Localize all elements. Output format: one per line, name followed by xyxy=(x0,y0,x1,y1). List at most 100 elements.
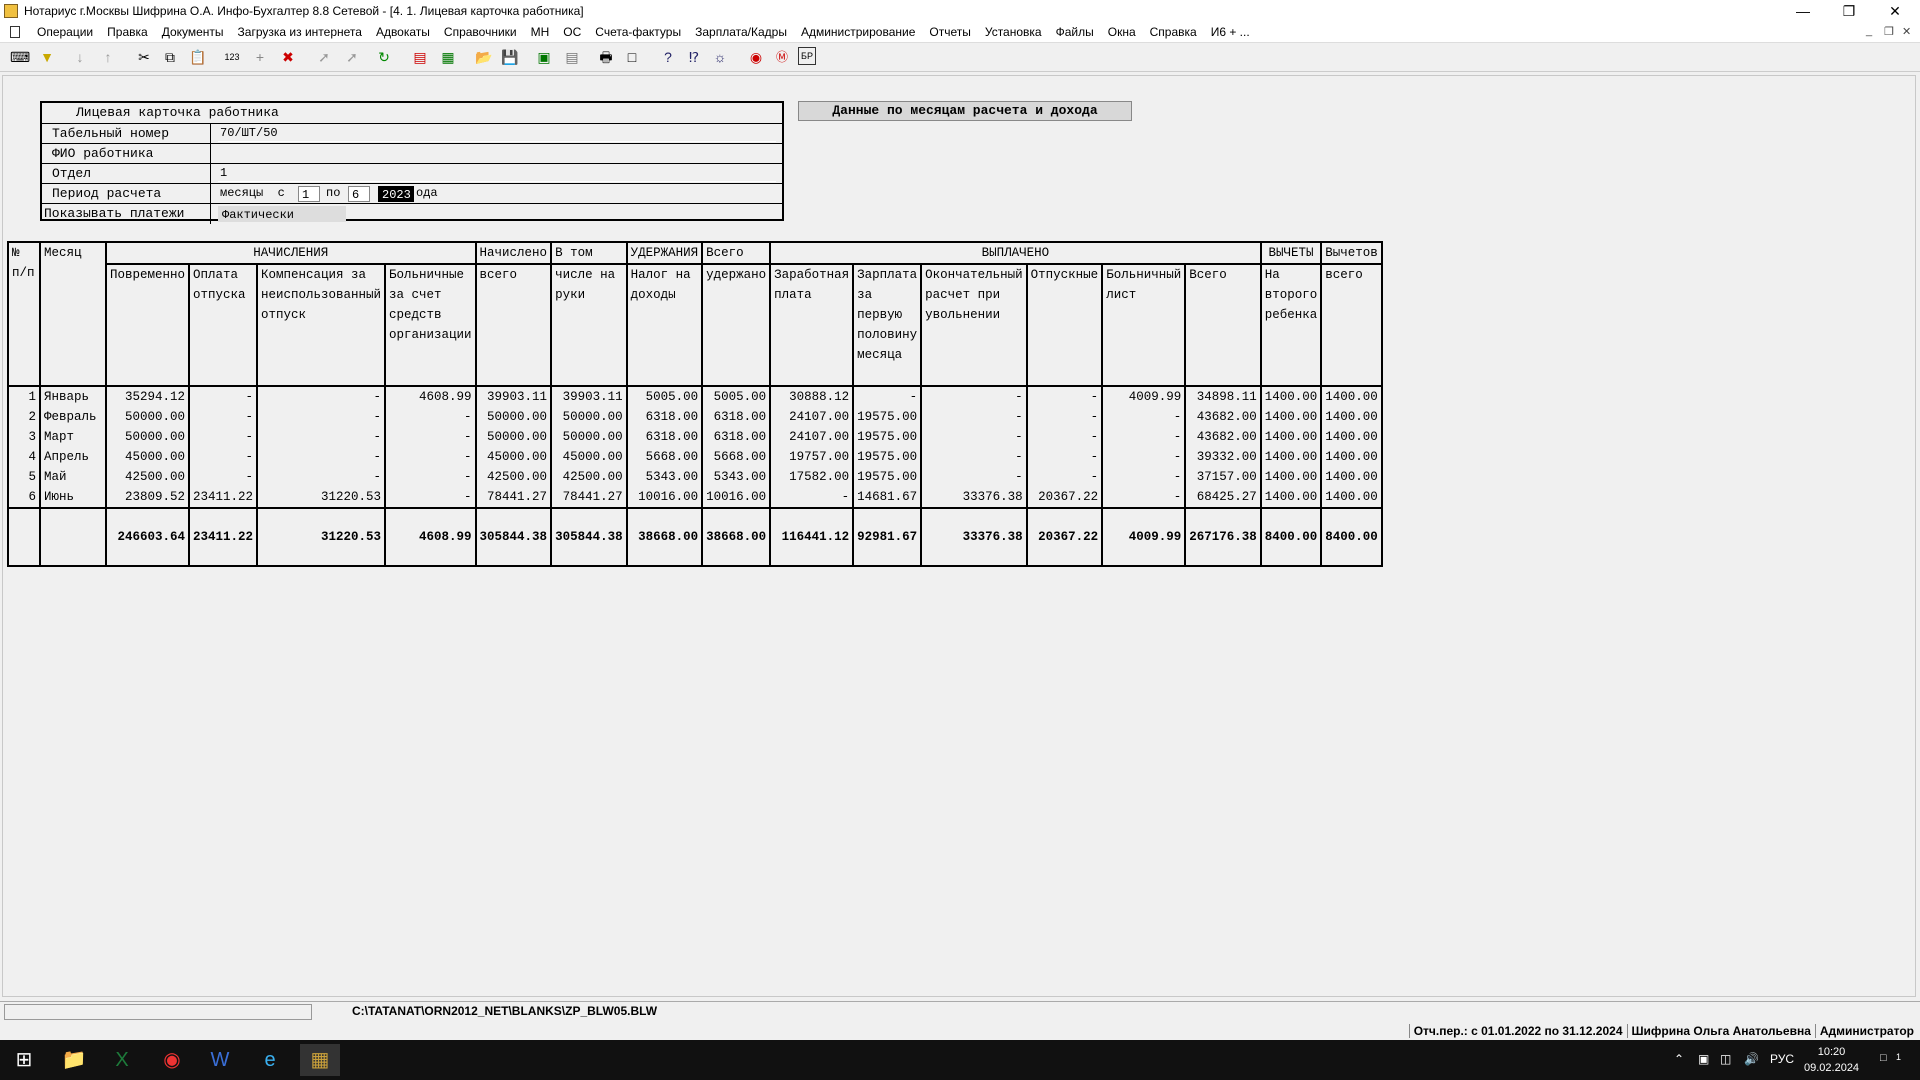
menu-item[interactable]: Справочники xyxy=(437,25,524,39)
table-cell[interactable]: 33376.38 xyxy=(920,487,1028,508)
table-cell[interactable]: - xyxy=(188,447,259,467)
menu-item[interactable]: Загрузка из интернета xyxy=(231,25,369,39)
sort-asc-icon[interactable]: ↑ xyxy=(98,47,118,67)
period-from-field[interactable]: 1 xyxy=(298,186,320,202)
windows-start-icon[interactable]: ⊞ xyxy=(4,1044,44,1076)
months-data-button[interactable]: Данные по месяцам расчета и дохода xyxy=(798,101,1132,121)
table-cell[interactable]: 43682.00 xyxy=(1184,407,1262,427)
table-row[interactable]: 5 Май 42500.00- - -42500.00 42500.00 5343.00 53… xyxy=(7,467,1383,487)
menu-item[interactable]: Администрирование xyxy=(794,25,922,39)
table-cell[interactable]: 42500.00 xyxy=(104,467,191,487)
menu-item[interactable]: Адвокаты xyxy=(369,25,437,39)
menu-item[interactable]: Зарплата/Кадры xyxy=(688,25,794,39)
excel-taskbar-icon[interactable]: X xyxy=(102,1044,142,1076)
menu-item[interactable]: Файлы xyxy=(1049,25,1101,39)
pdf-icon[interactable]: ▤ xyxy=(410,47,430,67)
table-cell[interactable]: 19757.00 xyxy=(769,447,855,467)
table-cell[interactable]: 31220.53 xyxy=(256,487,387,508)
table-cell[interactable]: - xyxy=(1025,427,1104,447)
table-cell[interactable]: 14681.67 xyxy=(852,487,923,508)
mdi-restore-icon[interactable]: ❐ xyxy=(1884,25,1894,38)
table-cell[interactable]: - xyxy=(1101,447,1187,467)
table-cell[interactable]: - xyxy=(1101,487,1187,508)
excel-icon[interactable]: ▣ xyxy=(534,47,554,67)
table-cell[interactable]: 1400.00 xyxy=(1259,487,1323,508)
chrome-icon[interactable]: ◉ xyxy=(152,1044,192,1076)
table-cell[interactable]: - xyxy=(188,427,259,447)
table-cell[interactable]: 20367.22 xyxy=(1025,487,1104,508)
table-cell[interactable]: 3 xyxy=(7,427,41,447)
mdi-minimize-icon[interactable]: _ xyxy=(1866,25,1872,37)
table-cell[interactable]: 34898.11 xyxy=(1184,386,1262,407)
table-cell[interactable]: 1400.00 xyxy=(1259,447,1323,467)
table-cell[interactable]: 43682.00 xyxy=(1184,427,1262,447)
menu-item[interactable]: Счета-фактуры xyxy=(588,25,688,39)
table-cell[interactable]: - xyxy=(920,427,1028,447)
table-cell[interactable]: 1400.00 xyxy=(1259,427,1323,447)
document-icon[interactable] xyxy=(10,26,20,38)
table-cell[interactable]: 4608.99 xyxy=(384,386,477,407)
table-cell[interactable]: Февраль xyxy=(39,407,107,427)
table-cell[interactable]: 50000.00 xyxy=(550,427,628,447)
table-cell[interactable]: - xyxy=(384,487,477,508)
table-cell[interactable]: 50000.00 xyxy=(104,407,191,427)
table-cell[interactable]: 78441.27 xyxy=(550,487,628,508)
table-cell[interactable]: 1400.00 xyxy=(1320,447,1383,467)
table-cell[interactable]: 39332.00 xyxy=(1184,447,1262,467)
table-row[interactable]: 1 Январь 35294.12- -4608.99 39903.11 39903.11… xyxy=(7,386,1383,407)
table-cell[interactable]: 1400.00 xyxy=(1320,467,1383,487)
menu-item[interactable]: Справка xyxy=(1143,25,1204,39)
infobuh-taskbar-icon[interactable]: ▦ xyxy=(300,1044,340,1076)
table-cell[interactable]: - xyxy=(920,386,1028,407)
table-cell[interactable]: - xyxy=(188,386,259,407)
menu-item[interactable]: Установка xyxy=(978,25,1049,39)
table-cell[interactable]: 5005.00 xyxy=(625,386,704,407)
menu-item[interactable]: Окна xyxy=(1101,25,1143,39)
table-cell[interactable]: - xyxy=(384,447,477,467)
menu-item[interactable]: ОС xyxy=(556,25,588,39)
cut-icon[interactable]: ✂ xyxy=(134,47,154,67)
tray-chevron-icon[interactable]: ⌃ xyxy=(1674,1052,1684,1066)
minimize-icon[interactable]: — xyxy=(1780,0,1826,22)
table-cell[interactable]: 50000.00 xyxy=(474,407,553,427)
table-cell[interactable]: 68425.27 xyxy=(1184,487,1262,508)
table-cell[interactable]: 6318.00 xyxy=(701,407,772,427)
table-cell[interactable]: - xyxy=(920,467,1028,487)
table-cell[interactable]: 5343.00 xyxy=(625,467,704,487)
table-row[interactable]: 3 Март 50000.00- - -50000.00 50000.00 6318.00 6… xyxy=(7,427,1383,447)
table-cell[interactable]: 6318.00 xyxy=(625,407,704,427)
table-cell[interactable]: 4009.99 xyxy=(1101,386,1187,407)
delete-icon[interactable]: ✖ xyxy=(278,47,298,67)
table-cell[interactable]: 1400.00 xyxy=(1259,467,1323,487)
calculator-icon[interactable]: ▦ xyxy=(438,47,458,67)
table-cell[interactable]: 1400.00 xyxy=(1259,386,1323,407)
table-cell[interactable]: 42500.00 xyxy=(474,467,553,487)
table-cell[interactable]: - xyxy=(256,467,387,487)
restore-icon[interactable]: ❐ xyxy=(1826,0,1872,22)
table-cell[interactable]: - xyxy=(384,407,477,427)
table-cell[interactable]: 78441.27 xyxy=(474,487,553,508)
table-cell[interactable]: 6318.00 xyxy=(625,427,704,447)
numbering-icon[interactable]: 123 xyxy=(222,47,242,67)
table-cell[interactable]: 4 xyxy=(7,447,41,467)
table-cell[interactable]: 42500.00 xyxy=(550,467,628,487)
table-cell[interactable]: 50000.00 xyxy=(550,407,628,427)
table-cell[interactable]: 45000.00 xyxy=(550,447,628,467)
table-cell[interactable]: - xyxy=(1025,407,1104,427)
table-cell[interactable]: 23809.52 xyxy=(104,487,191,508)
table-cell[interactable]: - xyxy=(256,386,387,407)
ie-icon[interactable]: e xyxy=(250,1044,290,1076)
table-cell[interactable]: Июнь xyxy=(39,487,107,508)
table-cell[interactable]: 23411.22 xyxy=(188,487,259,508)
table-cell[interactable]: - xyxy=(769,487,855,508)
table-cell[interactable]: - xyxy=(1025,467,1104,487)
table-cell[interactable]: 1400.00 xyxy=(1320,487,1383,508)
table-cell[interactable]: 5343.00 xyxy=(701,467,772,487)
copy-icon[interactable]: ⧉ xyxy=(160,47,180,67)
table-cell[interactable]: 1400.00 xyxy=(1259,407,1323,427)
table-cell[interactable]: 30888.12 xyxy=(769,386,855,407)
table-cell[interactable]: - xyxy=(256,427,387,447)
payments-select[interactable]: Фактически xyxy=(218,206,346,222)
table-cell[interactable]: 17582.00 xyxy=(769,467,855,487)
table-cell[interactable]: 39903.11 xyxy=(474,386,553,407)
